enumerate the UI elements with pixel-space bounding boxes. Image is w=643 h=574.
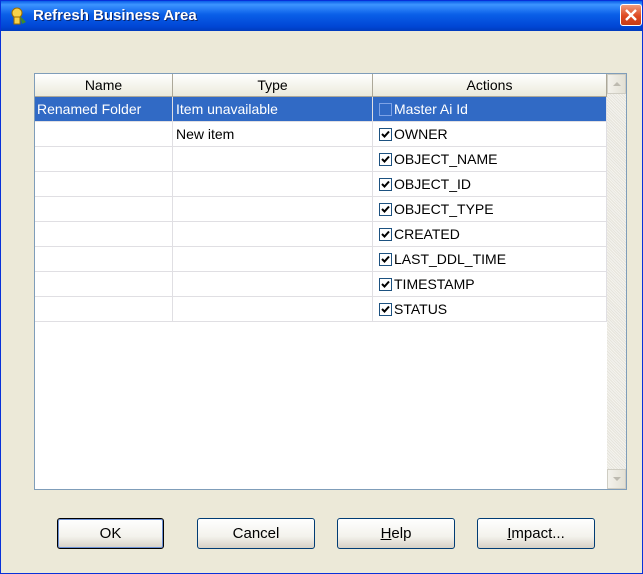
action-checkbox[interactable]	[379, 153, 392, 166]
type-cell	[173, 297, 373, 322]
action-checkbox[interactable]	[379, 278, 392, 291]
name-cell	[35, 272, 173, 297]
action-label: STATUS	[394, 301, 448, 317]
scroll-up-button[interactable]	[607, 74, 626, 94]
action-cell[interactable]: OBJECT_NAME	[373, 147, 607, 172]
table-row[interactable]: CREATED	[35, 222, 607, 247]
checkmark-icon	[381, 155, 390, 163]
refresh-items-list[interactable]: Name Type Actions Renamed Folder Item un…	[34, 73, 627, 490]
action-cell[interactable]: OWNER	[373, 122, 607, 147]
type-cell	[173, 272, 373, 297]
table-row[interactable]: LAST_DDL_TIME	[35, 247, 607, 272]
refresh-business-area-dialog: Refresh Business Area Name Type Actions …	[0, 0, 643, 574]
window-title: Refresh Business Area	[33, 7, 197, 24]
name-cell	[35, 197, 173, 222]
type-cell	[173, 197, 373, 222]
type-cell	[173, 247, 373, 272]
checkmark-icon	[381, 180, 390, 188]
column-header-type[interactable]: Type	[173, 74, 373, 96]
action-label: OBJECT_ID	[394, 176, 472, 192]
type-cell	[173, 172, 373, 197]
action-label: TIMESTAMP	[394, 276, 475, 292]
action-label: OWNER	[394, 126, 448, 142]
list-header: Name Type Actions	[35, 74, 607, 97]
type-cell	[173, 222, 373, 247]
name-cell	[35, 297, 173, 322]
action-cell[interactable]: Master Ai Id	[373, 97, 607, 122]
action-cell[interactable]: TIMESTAMP	[373, 272, 607, 297]
ok-button[interactable]: OK	[57, 518, 164, 549]
action-cell[interactable]: LAST_DDL_TIME	[373, 247, 607, 272]
action-checkbox[interactable]	[379, 128, 392, 141]
business-area-icon	[9, 7, 27, 25]
action-checkbox[interactable]	[379, 178, 392, 191]
table-row[interactable]: Renamed Folder Item unavailable Master A…	[35, 97, 607, 122]
arrow-down-icon	[613, 477, 621, 481]
help-label: elp	[391, 525, 412, 542]
checkmark-icon	[381, 280, 390, 288]
action-label: CREATED	[394, 226, 460, 242]
help-mnemonic: H	[380, 525, 392, 542]
list-rows: Renamed Folder Item unavailable Master A…	[35, 97, 607, 322]
table-row[interactable]: STATUS	[35, 297, 607, 322]
arrow-up-icon	[613, 82, 621, 86]
close-icon	[625, 9, 637, 21]
action-label: LAST_DDL_TIME	[394, 251, 507, 267]
close-button[interactable]	[620, 4, 642, 26]
cancel-button[interactable]: Cancel	[197, 518, 315, 549]
name-cell	[35, 147, 173, 172]
table-row[interactable]: New item OWNER	[35, 122, 607, 147]
action-label: Master Ai Id	[394, 101, 468, 117]
checkmark-icon	[381, 255, 390, 263]
name-cell	[35, 247, 173, 272]
checkmark-icon	[381, 305, 390, 313]
column-header-actions[interactable]: Actions	[373, 74, 607, 96]
action-label: OBJECT_NAME	[394, 151, 498, 167]
name-cell: Renamed Folder	[35, 97, 173, 122]
table-row[interactable]: TIMESTAMP	[35, 272, 607, 297]
type-cell: Item unavailable	[173, 97, 373, 122]
action-checkbox[interactable]	[379, 303, 392, 316]
name-cell	[35, 222, 173, 247]
action-checkbox[interactable]	[379, 203, 392, 216]
action-checkbox[interactable]	[379, 253, 392, 266]
checkmark-icon	[381, 205, 390, 213]
name-cell	[35, 122, 173, 147]
impact-button[interactable]: Impact...	[477, 518, 595, 549]
action-cell[interactable]: OBJECT_ID	[373, 172, 607, 197]
table-row[interactable]: OBJECT_ID	[35, 172, 607, 197]
help-button[interactable]: Help	[337, 518, 455, 549]
action-checkbox[interactable]	[379, 103, 392, 116]
vertical-scrollbar[interactable]	[607, 74, 626, 489]
type-cell: New item	[173, 122, 373, 147]
type-cell	[173, 147, 373, 172]
impact-label: mpact...	[511, 525, 565, 542]
column-header-name[interactable]: Name	[35, 74, 173, 96]
title-bar[interactable]: Refresh Business Area	[1, 1, 642, 31]
table-row[interactable]: OBJECT_NAME	[35, 147, 607, 172]
name-cell	[35, 172, 173, 197]
action-cell[interactable]: STATUS	[373, 297, 607, 322]
action-label: OBJECT_TYPE	[394, 201, 494, 217]
table-row[interactable]: OBJECT_TYPE	[35, 197, 607, 222]
action-cell[interactable]: OBJECT_TYPE	[373, 197, 607, 222]
checkmark-icon	[381, 230, 390, 238]
action-checkbox[interactable]	[379, 228, 392, 241]
checkmark-icon	[381, 130, 390, 138]
action-cell[interactable]: CREATED	[373, 222, 607, 247]
scroll-down-button[interactable]	[607, 469, 626, 489]
